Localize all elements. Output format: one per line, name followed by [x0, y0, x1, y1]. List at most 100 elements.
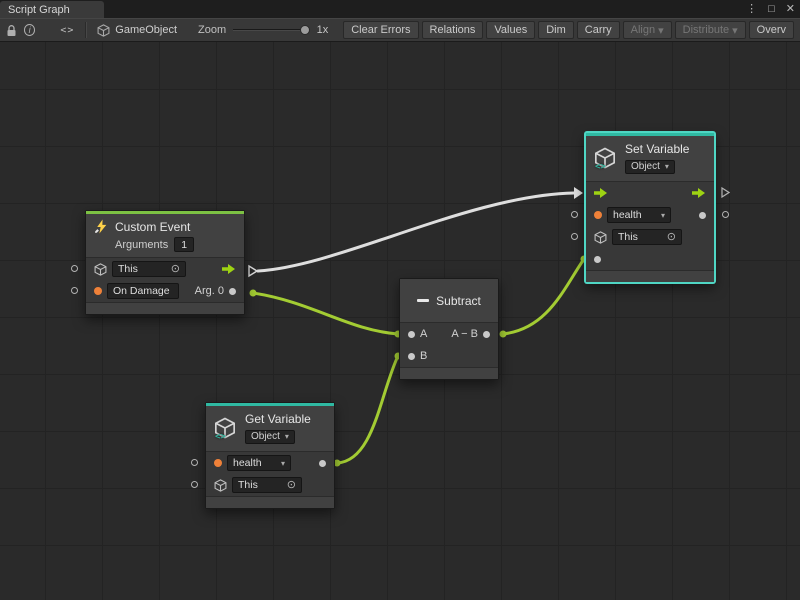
value-out-port[interactable] [699, 212, 706, 219]
target-field[interactable]: This ⊙ [112, 261, 186, 277]
trigger-out-port[interactable] [222, 264, 236, 274]
gameobject-icon [214, 479, 227, 492]
node-title: Get Variable [245, 413, 311, 426]
object-port[interactable] [571, 233, 578, 240]
chevron-down-icon: ▾ [658, 24, 664, 37]
wire-flow-customevent-setvariable[interactable] [249, 187, 583, 276]
string-port-dot[interactable] [94, 287, 102, 295]
node-subtract[interactable]: Subtract A A − B B [399, 278, 499, 380]
toolbar-divider [85, 22, 86, 38]
lock-icon[interactable] [6, 24, 17, 37]
arguments-label: Arguments [115, 239, 168, 251]
custom-event-target-row: This ⊙ [86, 258, 244, 280]
wire-value-getvariable-subtractB[interactable] [334, 353, 402, 467]
code-icon[interactable]: <> [60, 25, 74, 36]
zoom-slider-handle[interactable] [300, 25, 310, 35]
input-b-label: B [420, 350, 427, 362]
set-variable-value-row [586, 248, 714, 270]
gameobject-chip[interactable]: GameObject [97, 24, 177, 37]
variable-name-dropdown[interactable]: health ▾ [227, 455, 291, 471]
zoom-slider[interactable] [233, 23, 309, 37]
set-variable-flow-row [586, 182, 714, 204]
chevron-down-icon: ▾ [665, 162, 669, 171]
zoom-slider-track[interactable] [233, 29, 309, 31]
object-picker-icon: ⊙ [667, 232, 676, 243]
node-custom-event[interactable]: Custom Event Arguments 1 This ⊙ [85, 210, 245, 315]
input-a-label: A [420, 328, 427, 340]
object-port[interactable] [191, 481, 198, 488]
flow-in-port[interactable] [594, 188, 608, 198]
graph-toolbar: i <> GameObject Zoom 1x Clear Errors Rel… [0, 18, 800, 42]
target-field[interactable]: This ⊙ [612, 229, 682, 245]
values-button[interactable]: Values [486, 21, 535, 39]
value-out-port[interactable] [319, 460, 326, 467]
distribute-dropdown[interactable]: Distribute▾ [675, 21, 746, 39]
event-name-port[interactable] [71, 287, 78, 294]
variable-icon: <> [214, 417, 238, 441]
variable-name-dropdown[interactable]: health ▾ [607, 207, 671, 223]
result-out-port[interactable] [483, 331, 490, 338]
custom-event-header: Custom Event Arguments 1 [86, 214, 244, 258]
zoom-value: 1x [317, 24, 329, 36]
flow-out-ring[interactable] [721, 187, 730, 201]
node-set-variable[interactable]: <> Set Variable Object ▾ [585, 132, 715, 283]
window-menu-icon[interactable]: ⋮ [746, 4, 757, 15]
output-label: A − B [451, 328, 478, 340]
arg0-out-port[interactable] [229, 288, 236, 295]
arguments-field[interactable]: 1 [174, 237, 194, 252]
clear-errors-button[interactable]: Clear Errors [343, 21, 418, 39]
dim-button[interactable]: Dim [538, 21, 574, 39]
input-a-port[interactable] [408, 331, 415, 338]
name-port[interactable] [191, 459, 198, 466]
node-title: Custom Event [115, 220, 190, 234]
string-port-dot[interactable] [594, 211, 602, 219]
get-variable-name-row: health ▾ [206, 452, 334, 474]
custom-event-name-row: On Damage Arg. 0 [86, 280, 244, 302]
get-variable-target-row: This ⊙ [206, 474, 334, 496]
maximize-icon[interactable]: □ [768, 4, 775, 15]
wire-value-arg0-subtractA[interactable] [250, 290, 402, 338]
get-variable-header: <> Get Variable Object ▾ [206, 406, 334, 452]
variable-kind-dropdown[interactable]: Object ▾ [625, 160, 675, 174]
info-icon[interactable]: i [24, 24, 35, 36]
align-dropdown[interactable]: Align▾ [623, 21, 672, 39]
variable-kind-dropdown[interactable]: Object ▾ [245, 430, 295, 444]
gameobject-cube-icon [97, 24, 110, 37]
tab-script-graph[interactable]: Script Graph [0, 1, 104, 18]
gameobject-icon [94, 263, 107, 276]
value-in-port[interactable] [594, 256, 601, 263]
chevron-down-icon: ▾ [661, 211, 665, 220]
carry-button[interactable]: Carry [577, 21, 620, 39]
close-icon[interactable]: ✕ [786, 4, 795, 15]
target-port[interactable] [71, 265, 78, 272]
gameobject-label: GameObject [115, 24, 177, 36]
graph-canvas[interactable]: Custom Event Arguments 1 This ⊙ [0, 42, 800, 600]
tab-bar: Script Graph ⋮ □ ✕ [0, 0, 800, 18]
chevron-down-icon: ▾ [732, 24, 738, 37]
target-field[interactable]: This ⊙ [232, 477, 302, 493]
set-variable-name-row: health ▾ [586, 204, 714, 226]
value-out-ring[interactable] [722, 211, 729, 218]
subtract-header: Subtract [400, 279, 498, 323]
window-controls: ⋮ □ ✕ [746, 0, 795, 18]
node-footer [400, 367, 498, 379]
event-name-field[interactable]: On Damage [107, 283, 179, 299]
input-b-port[interactable] [408, 353, 415, 360]
flow-out-port[interactable] [692, 188, 706, 198]
overview-button[interactable]: Overv [749, 21, 794, 39]
name-port[interactable] [571, 211, 578, 218]
set-variable-header: <> Set Variable Object ▾ [586, 136, 714, 182]
gameobject-icon [594, 231, 607, 244]
string-port-dot[interactable] [214, 459, 222, 467]
subtract-row-a: A A − B [400, 323, 498, 345]
minus-icon [417, 299, 429, 302]
script-graph-window: Script Graph ⋮ □ ✕ i <> GameObject Zoom … [0, 0, 800, 600]
chevron-down-icon: ▾ [281, 459, 285, 468]
relations-button[interactable]: Relations [422, 21, 484, 39]
node-get-variable[interactable]: <> Get Variable Object ▾ health ▾ [205, 402, 335, 509]
node-footer [206, 496, 334, 508]
node-title: Subtract [436, 294, 481, 308]
variable-icon: <> [594, 147, 618, 171]
tab-title: Script Graph [8, 4, 70, 16]
wire-value-subtract-setvariable[interactable] [500, 256, 588, 338]
